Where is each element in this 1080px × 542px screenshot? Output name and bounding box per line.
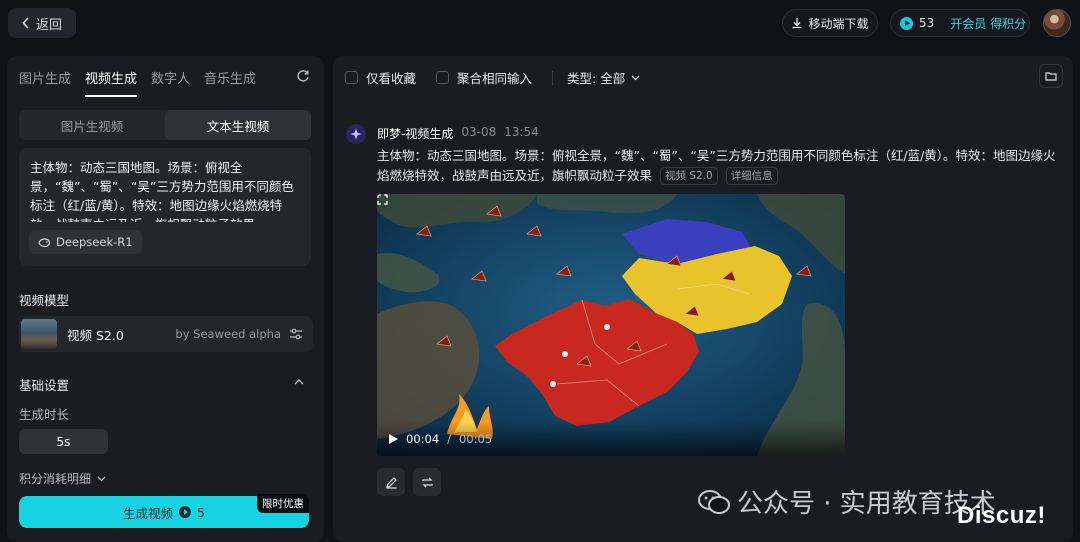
chevron-left-icon <box>22 17 29 29</box>
model-selector[interactable]: 视频 S2.0 by Seaweed alpha <box>19 316 313 352</box>
folder-button[interactable] <box>1039 64 1063 88</box>
filter-bar: 仅看收藏 聚合相同输入 类型: 全部 <box>345 68 660 87</box>
discuz-watermark: Discuz! <box>957 502 1046 529</box>
settings-sliders-icon[interactable] <box>289 327 303 341</box>
points-coin-icon <box>900 16 913 30</box>
deepseek-chip[interactable]: Deepseek-R1 <box>29 230 142 254</box>
pencil-icon <box>385 476 397 489</box>
divider <box>552 70 554 85</box>
mode-switch: 图片生视频 文本生视频 <box>19 110 311 140</box>
download-label: 移动端下载 <box>808 16 869 31</box>
video-separator: / <box>447 432 452 446</box>
duration-option[interactable]: 5s <box>19 429 108 454</box>
tab-video-gen[interactable]: 视频生成 <box>85 68 138 97</box>
right-panel: 仅看收藏 聚合相同输入 类型: 全部 即梦-视频生成 03-08 13:54 主… <box>333 56 1073 542</box>
promo-badge: 限时优惠 <box>257 494 309 513</box>
merge-checkbox[interactable] <box>436 71 450 84</box>
prompt-input[interactable]: 主体物：动态三国地图。场景：俯视全景，“魏”、“蜀”、“吴”三方势力范围用不同颜… <box>19 148 311 266</box>
generate-video-button[interactable]: 生成视频 5 限时优惠 <box>19 494 309 528</box>
wechat-icon <box>698 489 730 514</box>
generate-label: 生成视频 <box>123 505 174 521</box>
generate-cost: 5 <box>197 504 205 520</box>
message-header: 即梦-视频生成 03-08 13:54 <box>377 125 539 142</box>
left-panel: 图片生成 视频生成 数字人 音乐生成 图片生视频 文本生视频 主体物：动态三国地… <box>7 56 324 542</box>
type-filter-label: 类型: 全部 <box>567 71 626 86</box>
folder-icon <box>1045 72 1057 81</box>
detail-info-tag[interactable]: 详细信息 <box>725 167 778 185</box>
points-coin-icon <box>179 506 192 518</box>
mode-image-to-video[interactable]: 图片生视频 <box>19 110 165 140</box>
chevron-down-icon <box>97 476 106 481</box>
mode-text-to-video[interactable]: 文本生视频 <box>165 110 311 140</box>
message-title: 即梦-视频生成 <box>377 127 454 141</box>
favorites-only-filter[interactable]: 仅看收藏 <box>345 68 416 87</box>
video-controls: 00:04 / 00:05 <box>377 422 845 456</box>
regenerate-button[interactable] <box>413 468 441 496</box>
message-date: 03-08 <box>461 125 497 139</box>
favorites-checkbox[interactable] <box>345 71 358 84</box>
model-section-title: 视频模型 <box>19 293 70 308</box>
points-pill[interactable]: 53 开会员 得积分 <box>890 9 1030 37</box>
type-filter-dropdown[interactable]: 类型: 全部 <box>567 68 640 87</box>
model-tag: 视频 S2.0 <box>660 167 718 185</box>
chevron-down-icon <box>631 75 640 80</box>
deepseek-label: Deepseek-R1 <box>56 235 133 249</box>
merge-label: 聚合相同输入 <box>457 71 533 86</box>
cost-detail-toggle[interactable]: 积分消耗明细 <box>19 470 106 487</box>
duration-label: 生成时长 <box>19 407 70 422</box>
wechat-watermark: 公众号 · 实用教育技术 <box>697 483 996 520</box>
whale-icon <box>38 237 51 247</box>
user-avatar[interactable] <box>1043 9 1071 37</box>
tab-image-gen[interactable]: 图片生成 <box>19 68 71 97</box>
chevron-up-icon[interactable] <box>294 378 304 385</box>
merge-inputs-filter[interactable]: 聚合相同输入 <box>436 68 532 87</box>
download-icon <box>792 18 802 29</box>
edit-button[interactable] <box>377 468 405 496</box>
cost-detail-label: 积分消耗明细 <box>19 472 92 486</box>
mobile-download-button[interactable]: 移动端下载 <box>782 9 878 37</box>
fullscreen-icon[interactable] <box>377 194 388 205</box>
points-count: 53 <box>919 16 935 30</box>
dreamina-logo-icon <box>346 124 366 144</box>
tab-music-gen[interactable]: 音乐生成 <box>204 68 256 97</box>
message-prompt: 主体物：动态三国地图。场景：俯视全景，“魏”、“蜀”、“吴”三方势力范围用不同颜… <box>377 146 1057 186</box>
basic-settings-title: 基础设置 <box>19 378 70 393</box>
play-icon[interactable] <box>389 434 398 444</box>
top-bar: 返回 移动端下载 53 开会员 得积分 <box>0 0 1080 48</box>
generation-tabs: 图片生成 视频生成 数字人 音乐生成 <box>19 68 256 97</box>
message-time: 13:54 <box>504 125 539 139</box>
favorites-label: 仅看收藏 <box>366 71 417 86</box>
model-name: 视频 S2.0 <box>67 327 124 343</box>
three-kingdoms-map-image <box>377 194 845 456</box>
refresh-icon[interactable] <box>296 69 310 83</box>
model-thumbnail <box>21 319 57 349</box>
video-current-time: 00:04 <box>406 432 440 446</box>
back-button[interactable]: 返回 <box>8 8 76 38</box>
back-label: 返回 <box>35 17 62 33</box>
repeat-icon <box>421 477 433 487</box>
vip-link[interactable]: 开会员 得积分 <box>950 15 1026 32</box>
video-total-time: 00:05 <box>459 432 493 446</box>
prompt-text[interactable]: 主体物：动态三国地图。场景：俯视全景，“魏”、“蜀”、“吴”三方势力范围用不同颜… <box>30 158 300 222</box>
tab-digital-human[interactable]: 数字人 <box>151 68 190 97</box>
video-player[interactable]: 00:04 / 00:05 <box>377 194 845 456</box>
model-provider: by Seaweed alpha <box>175 327 281 341</box>
